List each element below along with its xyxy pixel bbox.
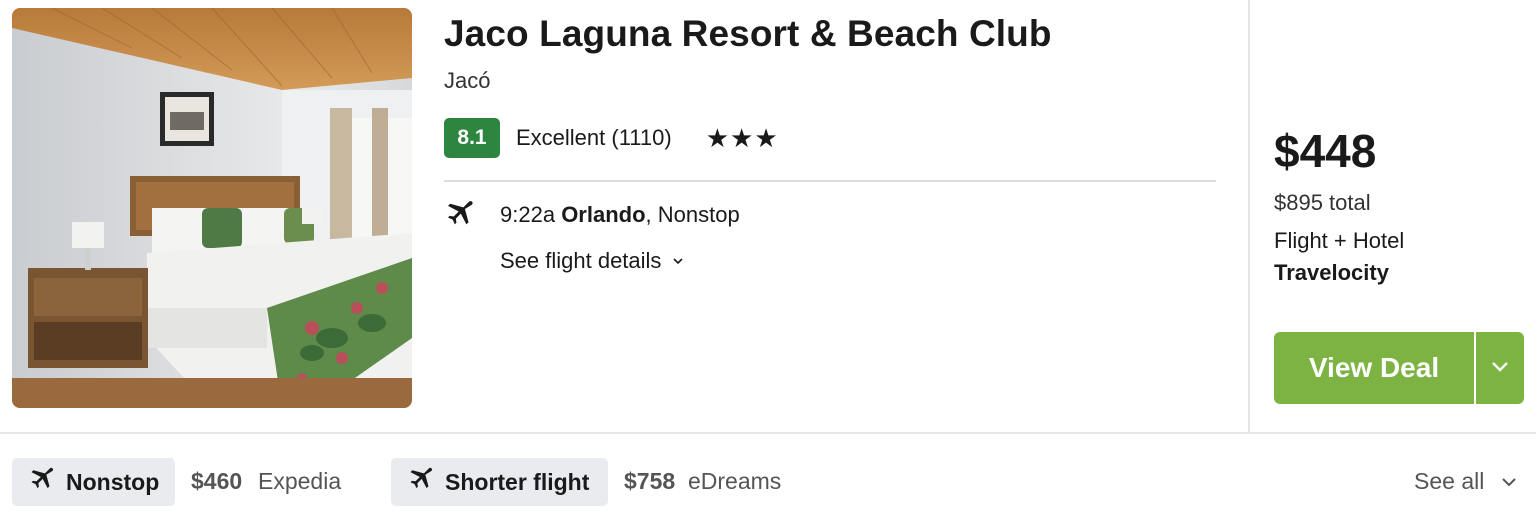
- price-total: $895 total: [1274, 190, 1371, 215]
- rating-label: Excellent (1110): [516, 125, 672, 150]
- alternative-deals: Nonstop $460 Expedia Shorter flight $758…: [0, 434, 1536, 516]
- view-deal-button-group: View Deal: [1274, 332, 1524, 404]
- see-flight-details-link[interactable]: See flight details: [500, 248, 685, 274]
- deal-options-dropdown[interactable]: [1476, 332, 1524, 404]
- hotel-name[interactable]: Jaco Laguna Resort & Beach Club: [444, 12, 1216, 56]
- package-type: Flight + Hotel: [1274, 228, 1405, 253]
- chip-shorter-flight[interactable]: Shorter flight: [391, 458, 608, 506]
- score-badge: 8.1: [444, 118, 500, 158]
- provider-name: Travelocity: [1274, 260, 1389, 285]
- chip-label: Shorter flight: [445, 468, 590, 495]
- flight-stops: , Nonstop: [645, 202, 740, 227]
- chevron-down-icon: [1498, 471, 1520, 493]
- alt-price[interactable]: $460: [191, 468, 242, 495]
- chip-nonstop[interactable]: Nonstop: [12, 458, 175, 506]
- star-rating: ★★★: [705, 122, 779, 153]
- result-card: Jaco Laguna Resort & Beach Club Jacó 8.1…: [0, 0, 1536, 433]
- view-deal-button[interactable]: View Deal: [1274, 332, 1474, 404]
- divider: [444, 180, 1216, 182]
- alt-site[interactable]: Expedia: [258, 468, 341, 495]
- rating-row: 8.1 Excellent (1110) ★★★: [444, 118, 779, 158]
- flight-summary: 9:22a Orlando, Nonstop: [444, 200, 740, 230]
- flight-text: 9:22a Orlando, Nonstop: [500, 202, 740, 228]
- chip-label: Nonstop: [66, 468, 160, 495]
- flight-details-label: See flight details: [500, 248, 662, 273]
- chevron-down-icon: [671, 254, 685, 268]
- plane-icon: [407, 466, 435, 499]
- column-divider: [1248, 0, 1250, 433]
- hotel-info: Jaco Laguna Resort & Beach Club Jacó 8.1…: [444, 12, 1216, 273]
- plane-icon: [444, 199, 476, 231]
- see-all-label: See all: [1414, 468, 1485, 494]
- price-per-person: $448: [1274, 125, 1377, 177]
- flight-origin: Orlando: [561, 202, 646, 227]
- see-all-link[interactable]: See all: [1414, 468, 1520, 495]
- hotel-photo[interactable]: [12, 8, 412, 408]
- flight-time: 9:22a: [500, 202, 556, 227]
- alt-site[interactable]: eDreams: [688, 468, 781, 495]
- alt-price[interactable]: $758: [624, 468, 675, 495]
- chevron-down-icon: [1487, 353, 1513, 384]
- hotel-location: Jacó: [444, 68, 491, 93]
- plane-icon: [28, 466, 56, 499]
